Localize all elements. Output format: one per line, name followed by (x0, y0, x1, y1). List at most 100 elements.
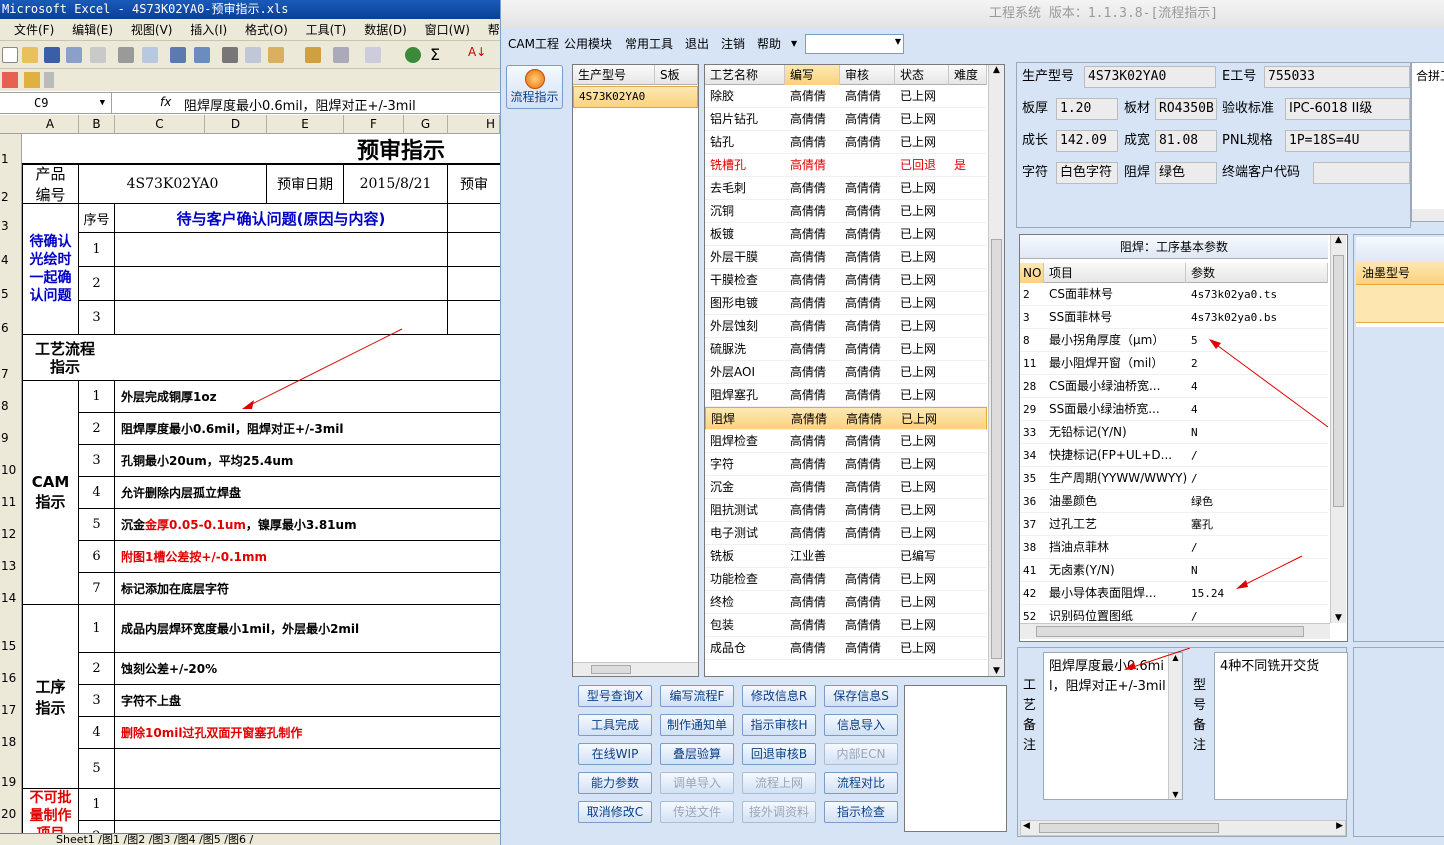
col-difficulty[interactable]: 难度 (949, 65, 987, 85)
col-writer[interactable]: 编写 (785, 65, 840, 85)
process-row[interactable]: 电子测试 高倩倩 高倩倩 已上网 (705, 522, 987, 545)
row-header[interactable]: 3 (0, 219, 22, 233)
process-row[interactable]: 沉铜 高倩倩 高倩倩 已上网 (705, 200, 987, 223)
row-header[interactable]: 10 (0, 463, 22, 477)
autosum-icon[interactable]: Σ (430, 45, 440, 64)
hyperlink-icon[interactable] (405, 47, 421, 63)
row-header[interactable]: 14 (0, 591, 22, 605)
menu-file[interactable]: 文件(F) (14, 23, 54, 37)
row-header[interactable]: 2 (0, 190, 22, 204)
column-header[interactable]: B (79, 115, 115, 134)
proc-instruction[interactable]: 字符不上盘 (115, 685, 500, 717)
drawing-icon[interactable] (24, 72, 40, 88)
cam-instruction[interactable]: 允许删除内层孤立焊盘 (115, 477, 500, 509)
ink-model-row[interactable] (1356, 285, 1444, 323)
row-header[interactable]: 16 (0, 671, 22, 685)
process-row[interactable]: 阻焊塞孔 高倩倩 高倩倩 已上网 (705, 384, 987, 407)
cut-icon[interactable] (222, 47, 238, 63)
undo-icon[interactable] (333, 47, 349, 63)
col-process-name[interactable]: 工艺名称 (705, 65, 785, 85)
cam-instruction[interactable]: 沉金 金厚0.05-0.1um ，镍厚最小3.81um (115, 509, 500, 541)
char-field[interactable]: 白色字符 (1056, 162, 1118, 184)
menu-cam[interactable]: CAM工程 (508, 30, 559, 58)
action-button[interactable]: 修改信息R (742, 685, 816, 707)
row-header[interactable]: 7 (0, 367, 22, 381)
chevron-down-icon[interactable]: ▼ (791, 30, 797, 58)
scroll-down-icon[interactable]: ▼ (989, 666, 1004, 676)
action-button[interactable]: 流程上网 (742, 772, 816, 794)
menu-exit[interactable]: 退出 (685, 30, 709, 58)
process-row[interactable]: 外层AOI 高倩倩 高倩倩 已上网 (705, 361, 987, 384)
horizontal-scrollbar[interactable]: ◀ ▶ (1020, 820, 1346, 836)
process-row[interactable]: 除胶 高倩倩 高倩倩 已上网 (705, 85, 987, 108)
standard-field[interactable]: IPC-6018 II级 (1285, 98, 1410, 120)
horizontal-scrollbar[interactable] (1412, 209, 1444, 221)
column-header[interactable]: G (404, 115, 448, 134)
fx-icon[interactable]: fx (160, 95, 171, 109)
sheet-tab-list[interactable]: Sheet1 /图1 /图2 /图3 /图4 /图5 /图6 / (0, 833, 253, 845)
action-button[interactable]: 保存信息S (824, 685, 898, 707)
row-header[interactable]: 18 (0, 735, 22, 749)
thickness-field[interactable]: 1.20 (1056, 98, 1118, 120)
sort-asc-icon[interactable]: A↓ (468, 45, 486, 59)
process-row[interactable]: 铣板 江业善 已编写 (705, 545, 987, 568)
chevron-down-icon[interactable]: ▼ (895, 37, 901, 46)
process-row[interactable]: 阻焊检查 高倩倩 高倩倩 已上网 (705, 430, 987, 453)
scroll-left-icon[interactable]: ◀ (1023, 821, 1030, 831)
action-button[interactable]: 叠层验算 (660, 743, 734, 765)
row-header[interactable]: 20 (0, 807, 22, 821)
process-row[interactable]: 铣槽孔 高倩倩 已回退 是 (705, 154, 987, 177)
action-button[interactable]: 编写流程F (660, 685, 734, 707)
proc-instruction[interactable] (115, 749, 500, 789)
row-header[interactable]: 1 (0, 152, 22, 166)
proc-instruction[interactable]: 蚀刻公差+/-20% (115, 653, 500, 685)
action-button[interactable]: 能力参数 (578, 772, 652, 794)
column-header[interactable]: F (344, 115, 404, 134)
research-icon[interactable] (194, 47, 210, 63)
cam-instruction[interactable]: 附图1槽公差按+/-0.1mm (115, 541, 500, 573)
email-icon[interactable] (90, 47, 106, 63)
action-button[interactable]: 制作通知单 (660, 714, 734, 736)
material-field[interactable]: RO4350B (1155, 98, 1217, 120)
action-button[interactable]: 流程对比 (824, 772, 898, 794)
process-row[interactable]: 去毛刺 高倩倩 高倩倩 已上网 (705, 177, 987, 200)
action-button[interactable]: 型号查询X (578, 685, 652, 707)
col-reviewer[interactable]: 审核 (840, 65, 895, 85)
menu-tools[interactable]: 常用工具 (625, 30, 673, 58)
scroll-down-icon[interactable]: ▼ (1169, 790, 1182, 799)
process-row[interactable]: 阻焊 高倩倩 高倩倩 已上网 (705, 407, 987, 430)
process-row[interactable]: 终检 高倩倩 高倩倩 已上网 (705, 591, 987, 614)
process-row[interactable]: 字符 高倩倩 高倩倩 已上网 (705, 453, 987, 476)
process-row[interactable]: 板镀 高倩倩 高倩倩 已上网 (705, 223, 987, 246)
process-row[interactable]: 铝片钻孔 高倩倩 高倩倩 已上网 (705, 108, 987, 131)
row-header[interactable]: 9 (0, 431, 22, 445)
column-header[interactable]: A (22, 115, 79, 134)
spelling-icon[interactable] (170, 47, 186, 63)
menu-format[interactable]: 格式(O) (245, 23, 288, 37)
process-row[interactable]: 外层干膜 高倩倩 高倩倩 已上网 (705, 246, 987, 269)
row-header[interactable]: 8 (0, 399, 22, 413)
scroll-thumb[interactable] (591, 665, 631, 674)
redo-icon[interactable] (365, 47, 381, 63)
proc-instruction[interactable]: 删除10mil过孔双面开窗塞孔制作 (115, 717, 500, 749)
chart-icon[interactable] (2, 72, 18, 88)
scroll-up-icon[interactable]: ▲ (989, 65, 1004, 75)
name-box[interactable]: C9 ▼ (0, 93, 112, 114)
action-button[interactable]: 信息导入 (824, 714, 898, 736)
model-list-row[interactable]: 4S73K02YA0 (573, 86, 698, 108)
menu-data[interactable]: 数据(D) (364, 23, 407, 37)
new-icon[interactable] (2, 47, 18, 63)
action-button[interactable]: 回退审核B (742, 743, 816, 765)
module-combo[interactable]: ▼ (805, 34, 904, 54)
menu-logout[interactable]: 注销 (721, 30, 745, 58)
action-button[interactable]: 工具完成 (578, 714, 652, 736)
message-box[interactable] (904, 685, 1007, 832)
save-icon[interactable] (44, 47, 60, 63)
menu-help[interactable]: 帮助 (757, 30, 781, 58)
col-status[interactable]: 状态 (895, 65, 949, 85)
endcust-field[interactable] (1313, 162, 1410, 184)
column-header[interactable]: H (448, 115, 500, 134)
open-icon[interactable] (22, 47, 38, 63)
chevron-down-icon[interactable]: ▼ (100, 93, 105, 114)
cam-instruction[interactable]: 阻焊厚度最小0.6mil，阻焊对正+/-3mil (115, 413, 500, 445)
